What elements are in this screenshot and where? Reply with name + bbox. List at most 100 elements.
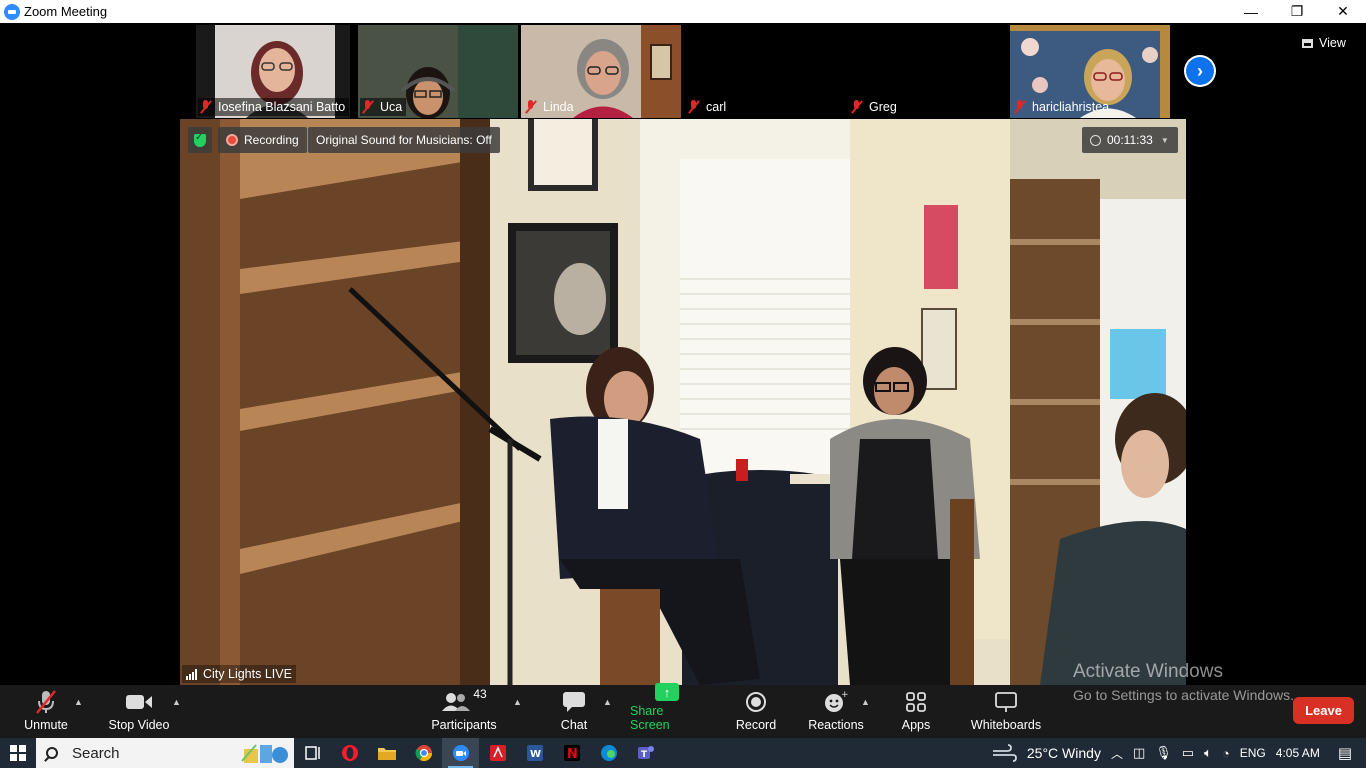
clock-time[interactable]: 4:05 AM xyxy=(1276,746,1320,760)
participant-name: carl xyxy=(706,100,727,114)
taskbar-app-acrobat[interactable] xyxy=(479,738,516,768)
participant-tile[interactable]: Greg xyxy=(847,25,1007,118)
svg-text:N: N xyxy=(567,747,578,762)
chat-options-caret-icon[interactable]: ▲ xyxy=(603,697,612,707)
whiteboards-button[interactable]: Whiteboards xyxy=(970,685,1042,738)
participants-label: Participants xyxy=(431,718,497,732)
share-screen-button[interactable]: ↑ Share Screen xyxy=(630,683,704,738)
participant-tile[interactable]: carl xyxy=(684,25,844,118)
signal-strength-icon xyxy=(186,668,198,680)
whiteboards-label: Whiteboards xyxy=(970,718,1042,732)
smiley-icon: + xyxy=(823,689,849,715)
next-page-button[interactable]: › xyxy=(1184,55,1216,87)
meeting-timer[interactable]: 00:11:33 ▼ xyxy=(1082,127,1178,153)
taskbar-app-edge[interactable] xyxy=(590,738,627,768)
mic-muted-icon xyxy=(1014,100,1026,114)
recording-indicator[interactable]: Recording xyxy=(218,127,307,153)
share-screen-icon: ↑ xyxy=(655,683,679,701)
recording-label: Recording xyxy=(244,133,299,147)
participant-tile[interactable]: haricliahristea xyxy=(1010,25,1170,118)
unmute-button[interactable]: Unmute xyxy=(22,685,70,738)
wifi-icon[interactable]: ◔ xyxy=(1222,746,1230,761)
original-sound-label: Original Sound for Musicians: Off xyxy=(316,133,492,147)
bookstore-scene xyxy=(180,119,1186,685)
search-icon xyxy=(46,747,58,759)
taskbar-app-word[interactable]: W xyxy=(516,738,553,768)
svg-text:+: + xyxy=(841,690,849,700)
restore-button[interactable]: ❐ xyxy=(1274,0,1320,23)
participants-button[interactable]: 43 Participants xyxy=(431,685,497,738)
view-button[interactable]: View xyxy=(1302,33,1346,53)
taskbar-app-netflix[interactable]: N xyxy=(553,738,590,768)
teams-icon: T xyxy=(637,746,654,760)
participant-name-label: Iosefina Blazsani Batto xyxy=(198,98,350,116)
mic-muted-icon xyxy=(688,100,700,114)
leave-button[interactable]: Leave xyxy=(1293,697,1354,724)
record-icon xyxy=(745,689,767,715)
search-placeholder: Search xyxy=(72,744,120,762)
audio-options-caret-icon[interactable]: ▲ xyxy=(74,697,83,707)
minimize-button[interactable]: — xyxy=(1228,0,1274,23)
start-button[interactable] xyxy=(0,738,36,768)
taskbar-app-zoom[interactable] xyxy=(442,738,479,768)
participant-name-label: Greg xyxy=(849,98,901,116)
security-shield-icon[interactable] xyxy=(188,127,212,153)
watermark-subtitle: Go to Settings to activate Windows. xyxy=(1073,687,1294,703)
video-options-caret-icon[interactable]: ▲ xyxy=(172,697,181,707)
weather-wind-icon[interactable] xyxy=(991,744,1017,762)
record-button[interactable]: Record xyxy=(736,685,776,738)
chevron-right-icon: › xyxy=(1186,57,1214,85)
taskbar-search-box[interactable]: Search xyxy=(36,738,294,768)
microphone-tray-icon[interactable]: 🎙︎ xyxy=(1155,745,1172,761)
video-camera-icon xyxy=(125,689,153,715)
active-speaker-video: Recording Original Sound for Musicians: … xyxy=(180,119,1186,685)
language-indicator[interactable]: ENG xyxy=(1240,746,1266,760)
taskbar-app-file-explorer[interactable] xyxy=(368,738,405,768)
chat-button[interactable]: Chat xyxy=(556,685,592,738)
chevron-up-icon[interactable]: ︿ xyxy=(1111,745,1123,762)
folder-icon xyxy=(377,748,396,760)
system-tray: 25°C Windy ︿ ◫ 🎙︎ ▭ 🔈︎ ◔ ENG 4:05 AM ▤ xyxy=(991,738,1366,768)
speaker-volume-icon[interactable]: 🔈︎ xyxy=(1204,745,1212,761)
chrome-icon xyxy=(415,745,432,762)
camera-tray-icon[interactable]: ◫ xyxy=(1133,745,1145,761)
reactions-options-caret-icon[interactable]: ▲ xyxy=(861,697,870,707)
meeting-stage: Iosefina Blazsani Batto Uca Linda carl G… xyxy=(0,23,1366,685)
stop-video-button[interactable]: Stop Video xyxy=(106,685,172,738)
participants-count: 43 xyxy=(473,687,487,701)
chevron-down-icon: ▼ xyxy=(1160,135,1169,145)
weather-text[interactable]: 25°C Windy xyxy=(1027,745,1101,761)
participant-name: Linda xyxy=(543,100,574,114)
share-screen-label: Share Screen xyxy=(630,704,670,732)
taskbar-app-opera[interactable] xyxy=(331,738,368,768)
mic-muted-icon xyxy=(851,100,863,114)
participants-options-caret-icon[interactable]: ▲ xyxy=(513,697,522,707)
reactions-button[interactable]: + Reactions xyxy=(808,685,864,738)
participant-tile[interactable]: Iosefina Blazsani Batto xyxy=(196,25,350,118)
view-label: View xyxy=(1319,36,1346,50)
participant-name-label: Uca xyxy=(360,98,407,116)
participant-tile[interactable]: Linda xyxy=(521,25,681,118)
mic-muted-icon xyxy=(200,100,212,114)
whiteboard-icon xyxy=(994,689,1018,715)
taskbar-app-teams[interactable]: T xyxy=(627,738,664,768)
original-sound-toggle[interactable]: Original Sound for Musicians: Off xyxy=(308,127,500,153)
participant-name: Uca xyxy=(380,100,403,114)
participant-tile[interactable]: Uca xyxy=(358,25,518,118)
apps-button[interactable]: Apps xyxy=(900,685,932,738)
view-grid-icon xyxy=(1302,38,1313,48)
window-title: Zoom Meeting xyxy=(24,4,108,19)
battery-icon[interactable]: ▭ xyxy=(1182,745,1194,761)
windows-taskbar: Search W N T 25°C Windy ︿ ◫ 🎙︎ ▭ 🔈︎ ◔ EN… xyxy=(0,738,1366,768)
mic-muted-icon xyxy=(362,100,374,114)
participant-name-label: Linda xyxy=(523,98,578,116)
close-button[interactable]: ✕ xyxy=(1320,0,1366,23)
edge-icon xyxy=(600,745,617,761)
stop-video-label: Stop Video xyxy=(108,718,170,732)
participants-icon: 43 xyxy=(441,687,487,715)
timer-value: 00:11:33 xyxy=(1107,133,1153,147)
notifications-icon[interactable]: ▤ xyxy=(1338,744,1352,762)
share-screen-icon-wrapper: ↑ xyxy=(655,683,679,701)
task-view-button[interactable] xyxy=(294,738,331,768)
taskbar-app-chrome[interactable] xyxy=(405,738,442,768)
